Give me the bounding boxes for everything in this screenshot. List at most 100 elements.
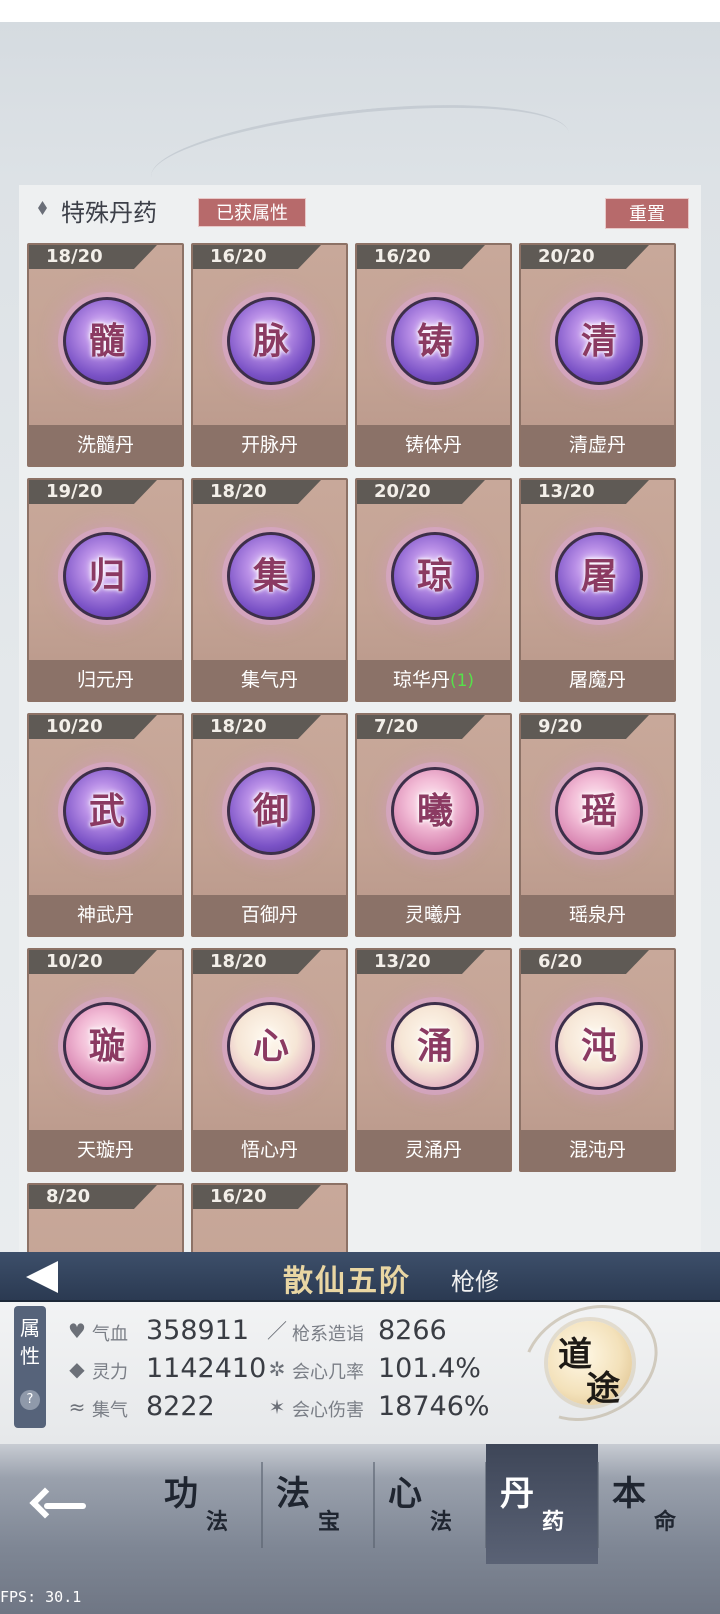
- pill-orb-char: 琼: [416, 555, 453, 597]
- dao-path-button[interactable]: 道 途: [548, 1321, 632, 1409]
- pill-card[interactable]: 13/20 屠屠魔丹: [519, 478, 676, 702]
- stat-value: 18746%: [378, 1391, 490, 1422]
- pill-count: 13/20: [521, 480, 649, 504]
- pill-orb-icon: 璇: [63, 1002, 151, 1090]
- pill-count: 13/20: [357, 950, 485, 974]
- pill-name-bar: 天璇丹: [29, 1130, 182, 1170]
- pill-card[interactable]: 20/20 清清虚丹: [519, 243, 676, 467]
- status-bar: 散仙五阶 枪修: [0, 1252, 720, 1302]
- stat-label: 灵力: [92, 1362, 128, 1383]
- nav-tab[interactable]: 法宝: [262, 1444, 374, 1564]
- pill-orb-char: 涌: [416, 1025, 453, 1067]
- pill-count: 16/20: [193, 1185, 321, 1209]
- pill-orb-icon: 心: [227, 1002, 315, 1090]
- pill-name: 洗髓丹: [76, 434, 134, 456]
- pill-orb-icon: 集: [227, 532, 315, 620]
- pill-card[interactable]: 7/20 曦灵曦丹: [355, 713, 512, 937]
- pill-name-bar: 集气丹: [193, 660, 346, 700]
- pill-name: 悟心丹: [240, 1139, 298, 1161]
- pill-name: 神武丹: [76, 904, 134, 926]
- collapse-triangle-icon[interactable]: [26, 1261, 58, 1293]
- attributes-panel: 属 性 ? ♥ 气血 358911 ／枪系造诣 8266 ◆ 灵力 1142410 ✲ 会心几率 1…: [0, 1283, 720, 1444]
- pill-count: 18/20: [193, 480, 321, 504]
- nav-tab-main-char: 心: [388, 1474, 422, 1514]
- reset-button[interactable]: 重置: [605, 198, 689, 229]
- pill-card[interactable]: 16/20 铸铸体丹: [355, 243, 512, 467]
- pill-orb-icon: 涌: [391, 1002, 479, 1090]
- heart-icon: ♥: [68, 1319, 86, 1343]
- pill-name: 百御丹: [240, 904, 298, 926]
- pill-name: 集气丹: [240, 669, 298, 691]
- pill-card[interactable]: 18/20 心悟心丹: [191, 948, 348, 1172]
- pill-card[interactable]: 6/20 沌混沌丹: [519, 948, 676, 1172]
- pill-orb-char: 脉: [252, 320, 289, 362]
- pill-card[interactable]: 18/20 御百御丹: [191, 713, 348, 937]
- pill-count: 20/20: [357, 480, 485, 504]
- pill-orb-icon: 琼: [391, 532, 479, 620]
- panel-header: 特殊丹药 已获属性 重置: [19, 185, 701, 233]
- acquired-attributes-button[interactable]: 已获属性: [198, 198, 306, 227]
- pill-card[interactable]: 16/20: [191, 1183, 348, 1260]
- pill-card[interactable]: 10/20 武神武丹: [27, 713, 184, 937]
- nav-tab[interactable]: 本命: [598, 1444, 708, 1564]
- pill-card[interactable]: 18/20 髓洗髓丹: [27, 243, 184, 467]
- stat-label: 枪系造诣: [292, 1324, 364, 1345]
- swirl-icon: ≈: [68, 1395, 86, 1419]
- pill-name-bar: 洗髓丹: [29, 425, 182, 465]
- pill-card[interactable]: 13/20 涌灵涌丹: [355, 948, 512, 1172]
- stat-label: 集气: [92, 1400, 128, 1421]
- nav-tab-sub-char: 宝: [318, 1509, 341, 1535]
- pill-orb-char: 清: [580, 320, 617, 362]
- stat-value: 8222: [146, 1391, 215, 1422]
- pill-card[interactable]: 18/20 集集气丹: [191, 478, 348, 702]
- pill-card[interactable]: 8/20: [27, 1183, 184, 1260]
- pill-card[interactable]: 20/20 琼琼华丹(1): [355, 478, 512, 702]
- help-icon[interactable]: ?: [20, 1390, 40, 1410]
- pill-name-bar: 瑶泉丹: [521, 895, 674, 935]
- pill-card[interactable]: 19/20 归归元丹: [27, 478, 184, 702]
- fps-counter: FPS: 30.1: [0, 1588, 82, 1606]
- nav-tab[interactable]: 功法: [150, 1444, 262, 1564]
- special-pills-panel: 特殊丹药 已获属性 重置 18/20 髓洗髓丹 16/20 脉开脉丹 16/20 铸铸体丹…: [19, 185, 701, 1260]
- nav-tab-main-char: 功: [164, 1474, 198, 1514]
- spear-icon: ／: [267, 1319, 287, 1343]
- stat-row: ♥ 气血 358911: [64, 1314, 254, 1350]
- pill-count: 10/20: [29, 715, 157, 739]
- pill-orb-icon: 铸: [391, 297, 479, 385]
- realm-title: 散仙五阶: [283, 1264, 411, 1299]
- crit-icon: ✲: [268, 1357, 286, 1381]
- attributes-tab-label-1: 属: [20, 1316, 40, 1340]
- nav-tab-sub-char: 药: [542, 1509, 565, 1535]
- attributes-tab[interactable]: 属 性 ?: [14, 1306, 46, 1428]
- pill-orb-icon: 武: [63, 767, 151, 855]
- pill-count: 7/20: [357, 715, 485, 739]
- pill-name: 开脉丹: [240, 434, 298, 456]
- stat-row: ◆ 灵力 1142410: [64, 1352, 266, 1388]
- nav-tab[interactable]: 心法: [374, 1444, 486, 1564]
- nav-tab[interactable]: 丹药: [486, 1444, 598, 1564]
- nav-tab-sub-char: 法: [206, 1509, 229, 1535]
- stat-row: ≈ 集气 8222: [64, 1390, 254, 1426]
- dao-char-2: 途: [586, 1369, 620, 1409]
- pill-name: 清虚丹: [568, 434, 626, 456]
- nav-tab-main-char: 丹: [500, 1474, 534, 1514]
- pill-orb-icon: 屠: [555, 532, 643, 620]
- pill-card[interactable]: 10/20 璇天璇丹: [27, 948, 184, 1172]
- pill-card[interactable]: 9/20 瑶瑶泉丹: [519, 713, 676, 937]
- pill-name-bar: 开脉丹: [193, 425, 346, 465]
- pill-orb-icon: 曦: [391, 767, 479, 855]
- pill-name: 铸体丹: [404, 434, 462, 456]
- stat-label: 气血: [92, 1324, 128, 1345]
- pill-count: 9/20: [521, 715, 649, 739]
- pill-name: 琼华丹: [392, 669, 450, 691]
- class-label: 枪修: [451, 1268, 499, 1296]
- stat-row: ✶ 会心伤害 18746%: [264, 1390, 490, 1426]
- pill-orb-char: 心: [252, 1025, 289, 1067]
- pill-orb-icon: 归: [63, 532, 151, 620]
- pill-orb-char: 集: [252, 555, 289, 597]
- pill-count: 19/20: [29, 480, 157, 504]
- back-arrow-icon[interactable]: [29, 1484, 88, 1528]
- pill-orb-icon: 御: [227, 767, 315, 855]
- pill-card[interactable]: 16/20 脉开脉丹: [191, 243, 348, 467]
- pill-orb-char: 曦: [416, 790, 453, 832]
